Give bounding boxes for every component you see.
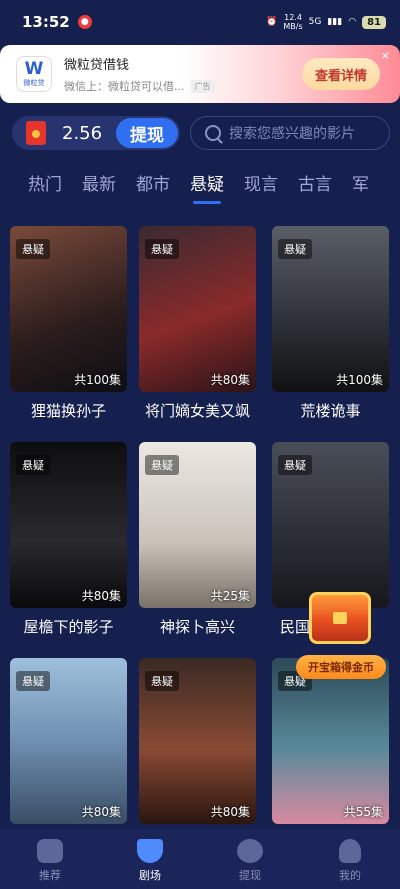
drama-title[interactable]: 将门嫡女美又飒 — [139, 400, 256, 421]
drama-poster[interactable]: 悬疑 共80集 — [10, 442, 127, 608]
drama-card[interactable]: 悬疑 共80集 — [10, 658, 127, 824]
tab-urban[interactable]: 都市 — [136, 170, 170, 204]
user-icon — [339, 839, 361, 863]
treasure-label[interactable]: 开宝箱得金币 — [296, 655, 386, 679]
nav-label: 我的 — [339, 869, 361, 882]
wallet-amount: 2.56 — [62, 122, 103, 144]
ad-text: 微粒贷借钱 微信上：微粒贷可以借... 广告 — [64, 54, 215, 94]
ad-title: 微粒贷借钱 — [64, 58, 130, 73]
net-speed-value: 12.4 — [284, 13, 302, 22]
ad-subtitle: 微信上：微粒贷可以借... — [64, 80, 185, 93]
genre-badge: 悬疑 — [278, 455, 312, 475]
net-speed: 12.4 MB/s — [283, 13, 302, 31]
drama-grid: 悬疑 共100集 狸猫换孙子 悬疑 共80集 将门嫡女美又飒 悬疑 共100集 … — [10, 226, 390, 826]
drama-title[interactable]: 狸猫换孙子 — [10, 400, 127, 421]
tab-suspense[interactable]: 悬疑 — [190, 170, 224, 204]
episode-count: 共100集 — [336, 373, 383, 387]
search-input[interactable]: 搜索您感兴趣的影片 — [190, 116, 390, 150]
genre-badge: 悬疑 — [145, 671, 179, 691]
episode-count: 共80集 — [210, 805, 250, 819]
episode-count: 共80集 — [210, 373, 250, 387]
genre-badge: 悬疑 — [16, 239, 50, 259]
chest-lock-icon — [333, 612, 347, 624]
episode-count: 共80集 — [81, 805, 121, 819]
network-type: 5G — [308, 17, 322, 27]
drama-card[interactable]: 悬疑 共80集 — [139, 658, 256, 824]
genre-badge: 悬疑 — [16, 455, 50, 475]
nav-theater[interactable]: 剧场 — [100, 829, 200, 889]
signal-icon: ▮▮▮ — [327, 17, 343, 27]
net-speed-unit: MB/s — [283, 22, 303, 31]
drama-card[interactable]: 悬疑 共100集 荒楼诡事 — [272, 226, 389, 421]
episode-count: 共55集 — [343, 805, 383, 819]
drama-title[interactable]: 荒楼诡事 — [272, 400, 389, 421]
drama-poster[interactable]: 悬疑 — [272, 442, 389, 608]
nav-label: 提现 — [239, 869, 261, 882]
drama-poster[interactable]: 悬疑 共80集 — [139, 658, 256, 824]
recommend-icon — [37, 839, 63, 863]
genre-badge: 悬疑 — [278, 239, 312, 259]
drama-poster[interactable]: 悬疑 共25集 — [139, 442, 256, 608]
withdraw-button[interactable]: 提现 — [116, 118, 178, 148]
treasure-chest-button[interactable] — [305, 588, 375, 648]
drama-card[interactable]: 悬疑 共55集 — [272, 658, 389, 824]
category-tabs: 热门 最新 都市 悬疑 现言 古言 军 — [28, 170, 400, 210]
red-envelope-icon — [26, 121, 46, 145]
tab-latest[interactable]: 最新 — [82, 170, 116, 204]
episode-count: 共25集 — [210, 589, 250, 603]
drama-card[interactable]: 悬疑 共100集 狸猫换孙子 — [10, 226, 127, 421]
ad-tag: 广告 — [190, 79, 215, 93]
drama-poster[interactable]: 悬疑 共80集 — [10, 658, 127, 824]
nav-recommend[interactable]: 推荐 — [0, 829, 100, 889]
genre-badge: 悬疑 — [145, 239, 179, 259]
ad-logo-mark: W — [24, 58, 44, 79]
drama-card[interactable]: 悬疑 共25集 神探卜高兴 — [139, 442, 256, 637]
ad-details-button[interactable]: 查看详情 — [302, 58, 380, 90]
close-icon[interactable]: × — [381, 49, 390, 62]
genre-badge: 悬疑 — [145, 455, 179, 475]
drama-poster[interactable]: 悬疑 共80集 — [139, 226, 256, 392]
drama-poster[interactable]: 悬疑 共100集 — [272, 226, 389, 392]
notification-app-icon: ● — [77, 15, 92, 29]
drama-poster[interactable]: 悬疑 共100集 — [10, 226, 127, 392]
ad-logo-text: 微粒贷 — [23, 78, 45, 87]
wallet-pill[interactable]: 2.56 提现 — [12, 116, 180, 150]
bottom-nav: 推荐 剧场 提现 我的 — [0, 829, 400, 889]
status-indicators: ⏰ 12.4 MB/s 5G ▮▮▮ ◠ 81 — [266, 13, 386, 31]
tab-military[interactable]: 军 — [352, 170, 369, 204]
drama-poster[interactable]: 悬疑 共55集 — [272, 658, 389, 824]
nav-label: 推荐 — [39, 869, 61, 882]
status-time: 13:52 — [22, 13, 70, 31]
search-icon — [205, 125, 221, 141]
alarm-icon: ⏰ — [266, 17, 278, 27]
tab-modern-romance[interactable]: 现言 — [244, 170, 278, 204]
status-bar: 13:52 ● ⏰ 12.4 MB/s 5G ▮▮▮ ◠ 81 — [0, 0, 400, 44]
tab-ancient-romance[interactable]: 古言 — [298, 170, 332, 204]
drama-title[interactable]: 神探卜高兴 — [139, 616, 256, 637]
theater-icon — [137, 839, 163, 863]
episode-count: 共80集 — [81, 589, 121, 603]
ad-banner[interactable]: W 微粒贷 微粒贷借钱 微信上：微粒贷可以借... 广告 查看详情 × — [0, 45, 400, 103]
episode-count: 共100集 — [74, 373, 121, 387]
search-placeholder: 搜索您感兴趣的影片 — [229, 126, 355, 142]
ad-logo: W 微粒贷 — [16, 56, 52, 92]
drama-card[interactable]: 悬疑 共80集 将门嫡女美又飒 — [139, 226, 256, 421]
genre-badge: 悬疑 — [16, 671, 50, 691]
drama-card[interactable]: 悬疑 共80集 屋檐下的影子 — [10, 442, 127, 637]
battery-indicator: 81 — [362, 15, 386, 29]
chat-bubble-icon — [237, 839, 263, 863]
nav-label: 剧场 — [139, 869, 161, 882]
wifi-icon: ◠ — [348, 17, 357, 27]
ad-subtitle-row: 微信上：微粒贷可以借... 广告 — [64, 78, 215, 94]
nav-withdraw[interactable]: 提现 — [200, 829, 300, 889]
tab-hot[interactable]: 热门 — [28, 170, 62, 204]
nav-profile[interactable]: 我的 — [300, 829, 400, 889]
drama-title[interactable]: 屋檐下的影子 — [10, 616, 127, 637]
